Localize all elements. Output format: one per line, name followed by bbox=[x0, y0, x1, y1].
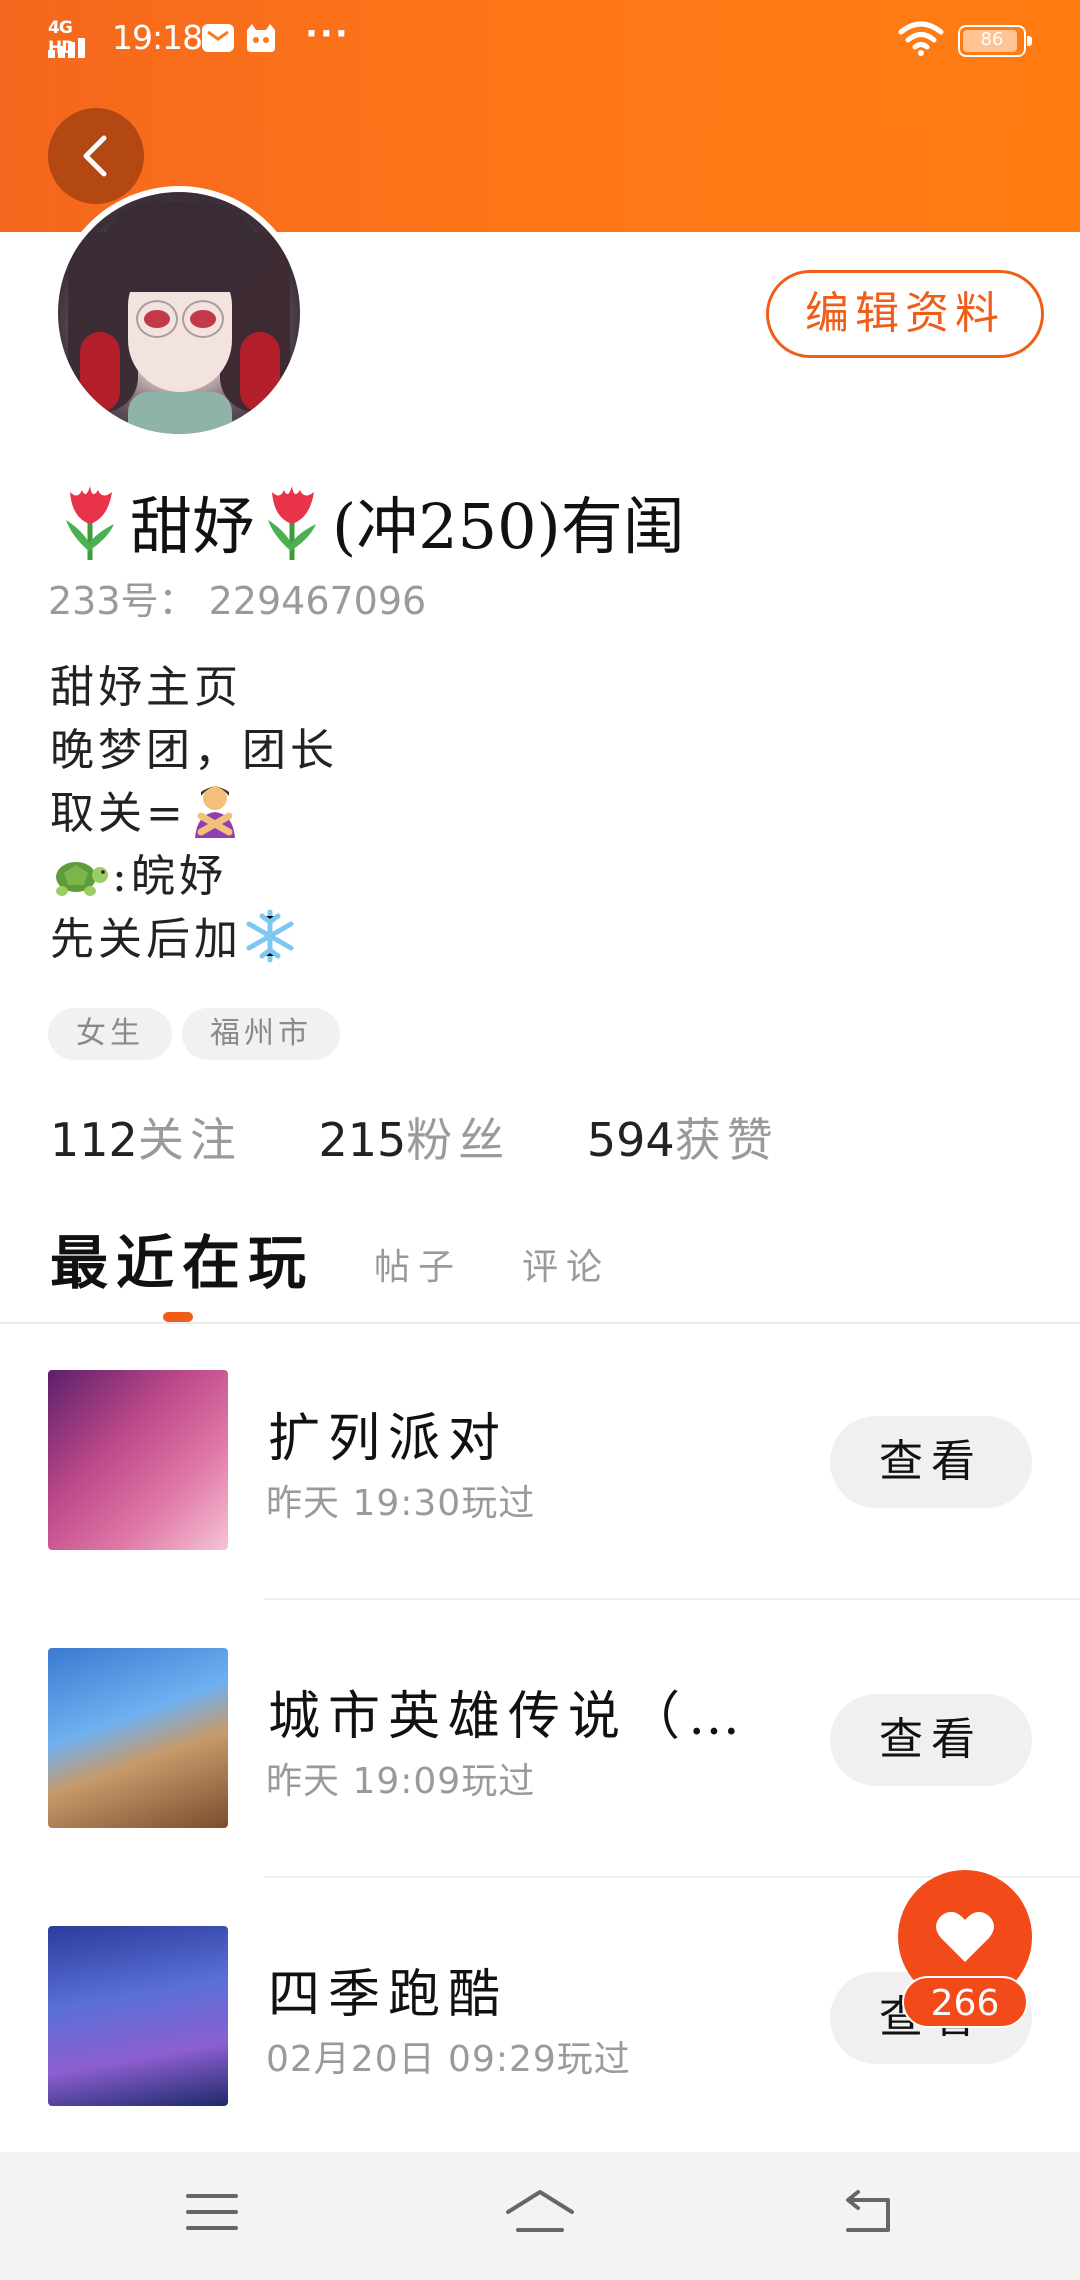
profile-tags: 女生 福州市 bbox=[48, 1008, 350, 1060]
status-more-dots: ··· bbox=[305, 14, 350, 54]
edit-profile-button[interactable]: 编辑资料 bbox=[766, 270, 1044, 358]
mail-icon bbox=[202, 24, 234, 52]
bio-line: 甜妤主页 bbox=[50, 662, 242, 713]
status-time: 19:18 bbox=[112, 18, 203, 57]
stat-following[interactable]: 112关注 bbox=[50, 1104, 242, 1170]
back-icon[interactable] bbox=[842, 2188, 894, 2236]
nickname-part2: (冲250)有闺 bbox=[332, 490, 685, 563]
stat-followers[interactable]: 215粉丝 bbox=[318, 1104, 510, 1170]
bio-line: :皖妤 bbox=[50, 845, 750, 908]
network-indicator: 4G HD bbox=[48, 18, 100, 58]
tab-comments[interactable]: 评论 bbox=[522, 1238, 610, 1300]
like-count-badge: 266 bbox=[902, 1976, 1028, 2028]
tag-city: 福州市 bbox=[182, 1008, 340, 1060]
game-thumbnail bbox=[48, 1926, 228, 2106]
game-played-time: 02月20日 09:29玩过 bbox=[266, 2039, 631, 2080]
menu-icon[interactable] bbox=[186, 2188, 238, 2236]
list-item[interactable]: 城市英雄传说（… 昨天 19:09玩过 查看 bbox=[0, 1648, 1080, 1926]
battery-level: 86 bbox=[980, 29, 1004, 50]
avatar-image bbox=[58, 192, 300, 434]
list-divider bbox=[264, 1598, 1080, 1600]
nickname: 甜妤 (冲250)有闺 bbox=[52, 476, 685, 566]
game-played-time: 昨天 19:30玩过 bbox=[266, 1483, 536, 1524]
avatar[interactable] bbox=[52, 186, 306, 440]
bio-line: 先关后加 bbox=[50, 908, 750, 971]
view-button[interactable]: 查看 bbox=[830, 1416, 1032, 1508]
tag-gender: 女生 bbox=[48, 1008, 172, 1060]
game-title: 四季跑酷 bbox=[268, 1965, 509, 2025]
game-title: 城市英雄传说（… bbox=[268, 1687, 748, 1747]
game-played-time: 昨天 19:09玩过 bbox=[266, 1761, 536, 1802]
active-tab-indicator bbox=[163, 1312, 193, 1322]
battery-icon: 86 bbox=[958, 25, 1032, 57]
turtle-emoji-icon bbox=[50, 851, 112, 907]
game-title: 扩列派对 bbox=[268, 1409, 509, 1469]
profile-stats: 112关注 215粉丝 594获赞 bbox=[50, 1104, 841, 1170]
nickname-part1: 甜妤 bbox=[130, 490, 255, 563]
battery-tip bbox=[1027, 36, 1032, 46]
user-id[interactable]: 233号： 229467096 bbox=[48, 570, 426, 625]
system-navigation-bar bbox=[0, 2152, 1080, 2280]
back-button[interactable] bbox=[48, 108, 144, 204]
list-item[interactable]: 扩列派对 昨天 19:30玩过 查看 bbox=[0, 1370, 1080, 1648]
tab-recently-played[interactable]: 最近在玩 bbox=[50, 1216, 314, 1300]
wifi-icon bbox=[898, 21, 944, 56]
home-icon[interactable] bbox=[504, 2188, 576, 2236]
snowflake-emoji-icon bbox=[242, 908, 304, 964]
user-id-label: 233号： bbox=[48, 579, 197, 623]
chevron-left-icon bbox=[83, 135, 107, 177]
user-id-value: 229467096 bbox=[208, 579, 427, 623]
tulip-emoji-icon bbox=[52, 482, 130, 562]
stat-likes[interactable]: 594获赞 bbox=[587, 1104, 779, 1170]
game-thumbnail bbox=[48, 1648, 228, 1828]
profile-tabs: 最近在玩 帖子 评论 bbox=[50, 1216, 670, 1306]
tabs-divider bbox=[0, 1322, 1080, 1324]
cat-app-icon bbox=[244, 22, 278, 54]
person-gesturing-no-emoji-icon bbox=[187, 782, 249, 838]
bio-line: 取关= bbox=[50, 782, 750, 845]
game-thumbnail bbox=[48, 1370, 228, 1550]
heart-icon bbox=[936, 1911, 994, 1962]
status-bar: 4G HD 19:18 ··· 86 bbox=[0, 0, 1080, 80]
bio: 甜妤主页 晚梦团，团长 取关= :皖妤 先关后加 bbox=[50, 656, 750, 971]
bio-line: 晚梦团，团长 bbox=[50, 725, 338, 776]
view-button[interactable]: 查看 bbox=[830, 1694, 1032, 1786]
tab-posts[interactable]: 帖子 bbox=[374, 1238, 462, 1300]
tulip-emoji-icon bbox=[254, 482, 332, 562]
signal-icon bbox=[48, 38, 85, 58]
